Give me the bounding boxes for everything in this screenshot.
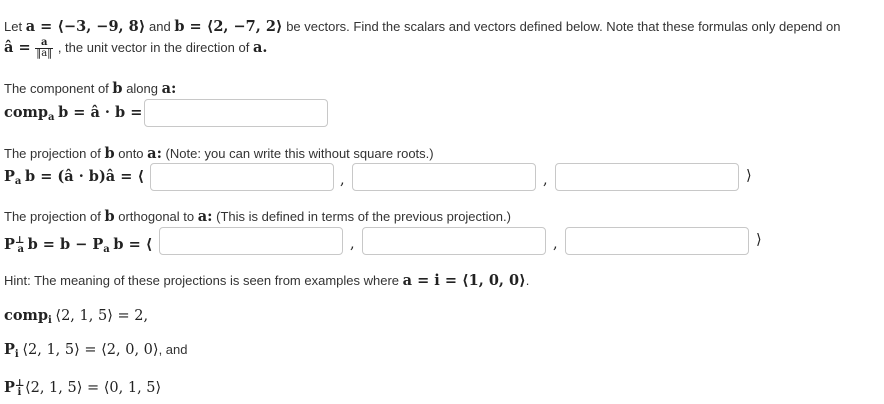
q2-formula-rest: b = (â · b)â = ⟨ <box>25 168 145 185</box>
q1-comp: comp <box>4 104 48 121</box>
ex1-rest: ⟨2, 1, 5⟩ = 2, <box>55 308 149 324</box>
vector-a-definition: a = ⟨−3, −9, 8⟩ <box>25 18 146 35</box>
q3-formula-rest: b = b − P <box>27 236 104 253</box>
q3-comma-2: , <box>553 236 558 252</box>
intro-line-2: â = a ‖a‖ , the unit vector in the direc… <box>4 38 267 59</box>
q2-P-sub: a <box>14 176 22 187</box>
q2-formula: Pa b = (â · b)â = ⟨ <box>4 168 144 191</box>
q1-formula-rest: b = â · b = <box>58 104 143 121</box>
q3-close-bracket: ⟩ <box>756 232 762 248</box>
projection-x-input[interactable] <box>150 163 334 191</box>
fraction-denominator: ‖a‖ <box>36 48 53 59</box>
q3-formula-rest-2: b = ⟨ <box>113 236 153 253</box>
ex2-P: P <box>4 341 15 358</box>
ex3-P-sub: i <box>17 387 22 398</box>
projection-y-input[interactable] <box>352 163 536 191</box>
q2-comma-1: , <box>340 172 345 188</box>
q3-label-pre: The projection of <box>4 209 101 224</box>
q3-P-sub-2: a <box>103 244 110 255</box>
unit-vector-fraction: a ‖a‖ <box>35 38 54 59</box>
intro-line-1: Let a = ⟨−3, −9, 8⟩ and b = ⟨2, −7, 2⟩ b… <box>4 18 840 36</box>
ex2-rest: ⟨2, 1, 5⟩ = ⟨2, 0, 0⟩ <box>22 342 159 358</box>
ex2-and: , and <box>158 342 188 357</box>
q2-label: The projection of b onto a: (Note: you c… <box>4 145 434 163</box>
q1-label-mid: along <box>126 81 158 96</box>
q2-label-b: b <box>104 145 115 162</box>
q1-label: The component of b along a: <box>4 80 176 98</box>
orthogonal-x-input[interactable] <box>159 227 343 255</box>
q1-label-pre: The component of <box>4 81 109 96</box>
hint-math: a = i = ⟨1, 0, 0⟩ <box>402 272 526 289</box>
orthogonal-z-input[interactable] <box>565 227 749 255</box>
hint-line: Hint: The meaning of these projections i… <box>4 272 529 290</box>
q2-P: P <box>4 168 15 185</box>
example-orthogonal: P⊥i ⟨2, 1, 5⟩ = ⟨0, 1, 5⟩ <box>4 375 161 402</box>
hint-text: Hint: The meaning of these projections i… <box>4 273 400 288</box>
intro-and: and <box>148 19 171 34</box>
q1-comp-sub: a <box>47 112 55 123</box>
q3-label-a: a: <box>197 208 213 225</box>
q3-formula: P⊥a b = b − Pa b = ⟨ <box>4 232 152 259</box>
q3-P: P <box>4 236 15 253</box>
ex2-P-sub: i <box>14 349 19 360</box>
q3-label-mid: orthogonal to <box>118 209 195 224</box>
projection-z-input[interactable] <box>555 163 739 191</box>
q2-label-pre: The projection of <box>4 146 101 161</box>
ex3-rest: ⟨2, 1, 5⟩ = ⟨0, 1, 5⟩ <box>24 380 162 396</box>
intro-text-2: , the unit vector in the direction of <box>57 39 250 55</box>
component-answer-input[interactable] <box>144 99 328 127</box>
q1-formula: compa b = â · b = <box>4 104 142 127</box>
q2-comma-2: , <box>543 172 548 188</box>
example-component: compi ⟨2, 1, 5⟩ = 2, <box>4 307 148 330</box>
intro-a-end: a. <box>252 38 268 56</box>
unit-vector-lhs: â = <box>4 38 31 56</box>
ex1-comp-sub: i <box>47 315 52 326</box>
q2-label-mid: onto <box>118 146 144 161</box>
intro-text-1: be vectors. Find the scalars and vectors… <box>286 19 841 34</box>
q3-label-b: b <box>104 208 115 225</box>
q2-note: (Note: you can write this without square… <box>165 146 434 161</box>
intro-let: Let <box>4 19 23 34</box>
ex1-comp: comp <box>4 307 48 324</box>
example-projection: Pi ⟨2, 1, 5⟩ = ⟨2, 0, 0⟩, and <box>4 341 188 364</box>
q3-note: (This is defined in terms of the previou… <box>216 209 511 224</box>
q3-label: The projection of b orthogonal to a: (Th… <box>4 208 511 226</box>
q1-label-a: a: <box>161 80 177 97</box>
q3-P-sub: a <box>17 244 24 255</box>
q2-close-bracket: ⟩ <box>746 168 752 184</box>
vector-b-definition: b = ⟨2, −7, 2⟩ <box>174 18 283 35</box>
q2-label-a: a: <box>147 145 162 162</box>
orthogonal-y-input[interactable] <box>362 227 546 255</box>
q3-comma-1: , <box>350 236 355 252</box>
q1-label-b: b <box>112 80 123 97</box>
ex3-P: P <box>4 379 15 396</box>
hint-end: . <box>525 273 530 288</box>
